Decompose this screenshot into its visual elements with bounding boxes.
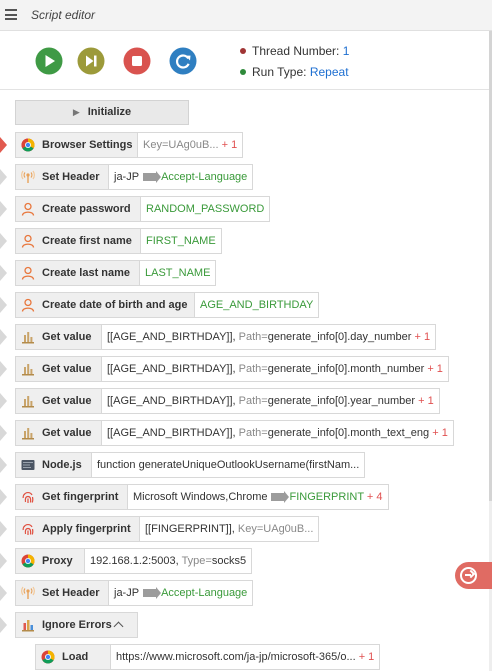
get-value-module[interactable]: Get value xyxy=(15,356,102,382)
script-step: Get value [[AGE_AND_BIRTHDAY]], Path=gen… xyxy=(0,420,475,446)
chevron-up-icon[interactable] xyxy=(113,621,124,632)
create-last-name-module[interactable]: Create last name xyxy=(15,260,140,286)
antenna-icon xyxy=(21,586,35,599)
get-fingerprint-module[interactable]: Get fingerprint xyxy=(15,484,128,510)
arrow-right-icon xyxy=(143,171,162,183)
set-header-module[interactable]: Set Header xyxy=(15,164,109,190)
script-step: Get value [[AGE_AND_BIRTHDAY]], Path=gen… xyxy=(0,356,470,382)
script-step: Create first name FIRST_NAME xyxy=(0,228,240,254)
browser-settings-params[interactable]: Key=UAg0uB... + 1 xyxy=(138,132,244,158)
arrow-right-icon xyxy=(271,491,290,503)
user-icon xyxy=(21,202,35,216)
get-value-params[interactable]: [[AGE_AND_BIRTHDAY]], Path=generate_info… xyxy=(102,356,449,382)
user-icon xyxy=(21,298,35,312)
create-first-name-params[interactable]: FIRST_NAME xyxy=(141,228,222,254)
create-first-name-module[interactable]: Create first name xyxy=(15,228,141,254)
nodejs-module[interactable]: Node.js xyxy=(15,452,92,478)
get-value-params[interactable]: [[AGE_AND_BIRTHDAY]], Path=generate_info… xyxy=(102,324,437,350)
nodejs-icon xyxy=(21,460,35,470)
get-value-params[interactable]: [[AGE_AND_BIRTHDAY]], Path=generate_info… xyxy=(102,420,454,446)
create-last-name-params[interactable]: LAST_NAME xyxy=(140,260,217,286)
initialize-button[interactable]: ▶ Initialize xyxy=(15,100,189,125)
stop-icon xyxy=(123,47,151,75)
active-step-marker xyxy=(0,137,7,153)
proxy-params[interactable]: 192.168.1.2:5003, Type=socks5 xyxy=(85,548,253,574)
script-step: Get value [[AGE_AND_BIRTHDAY]], Path=gen… xyxy=(0,324,460,350)
script-step: Browser Settings Key=UAg0uB... + 1 xyxy=(0,132,260,158)
antenna-icon xyxy=(21,170,35,183)
nodejs-params[interactable]: function generateUniqueOutlookUsername(f… xyxy=(92,452,366,478)
stats-icon xyxy=(22,428,34,440)
page-title: Script editor xyxy=(31,8,96,22)
script-step: Set Header ja-JP Accept-Language xyxy=(0,580,270,606)
ignore-errors-module[interactable]: Ignore Errors xyxy=(15,612,138,638)
step-forward-icon xyxy=(77,47,105,75)
get-fingerprint-params[interactable]: Microsoft Windows,Chrome FINGERPRINT + 4 xyxy=(128,484,389,510)
script-step: Load https://www.microsoft.com/ja-jp/mic… xyxy=(20,644,390,670)
fingerprint-icon xyxy=(22,491,34,503)
chrome-icon xyxy=(41,650,55,664)
set-header-module[interactable]: Set Header xyxy=(15,580,109,606)
create-birth-age-module[interactable]: Create date of birth and age xyxy=(15,292,195,318)
script-step: Set Header ja-JP Accept-Language xyxy=(0,164,260,190)
refresh-button[interactable] xyxy=(169,47,197,75)
stats-icon xyxy=(22,396,34,408)
script-step: Get fingerprint Microsoft Windows,Chrome… xyxy=(0,484,410,510)
step-button[interactable] xyxy=(77,47,105,75)
apply-fingerprint-params[interactable]: [[FINGERPRINT]], Key=UAg0uB... xyxy=(140,516,320,542)
get-value-params[interactable]: [[AGE_AND_BIRTHDAY]], Path=generate_info… xyxy=(102,388,440,414)
set-header-params[interactable]: ja-JP Accept-Language xyxy=(109,580,254,606)
run-type: Run Type: Repeat xyxy=(240,65,349,79)
fingerprint-icon xyxy=(22,523,34,535)
script-step: Create date of birth and age AGE_AND_BIR… xyxy=(0,292,330,318)
refresh-icon xyxy=(169,47,197,75)
script-step: Get value [[AGE_AND_BIRTHDAY]], Path=gen… xyxy=(0,388,460,414)
chrome-icon xyxy=(21,554,35,568)
login-arrow-icon xyxy=(460,567,477,584)
script-step: Apply fingerprint [[FINGERPRINT]], Key=U… xyxy=(0,516,340,542)
run-toolbar: Thread Number: 1 Run Type: Repeat xyxy=(0,31,492,90)
script-step: Proxy 192.168.1.2:5003, Type=socks5 xyxy=(0,548,300,574)
stats-icon xyxy=(22,332,34,344)
play-icon xyxy=(35,47,63,75)
chrome-icon xyxy=(21,138,35,152)
user-icon xyxy=(21,234,35,248)
script-step: Node.js function generateUniqueOutlookUs… xyxy=(0,452,390,478)
get-value-module[interactable]: Get value xyxy=(15,388,102,414)
create-password-params[interactable]: RANDOM_PASSWORD xyxy=(141,196,271,222)
proxy-module[interactable]: Proxy xyxy=(15,548,85,574)
thread-number: Thread Number: 1 xyxy=(240,44,349,58)
set-header-params[interactable]: ja-JP Accept-Language xyxy=(109,164,254,190)
arrow-right-icon xyxy=(143,587,162,599)
user-icon xyxy=(21,266,35,280)
create-password-module[interactable]: Create password xyxy=(15,196,141,222)
play-small-icon: ▶ xyxy=(72,107,80,117)
title-bar: Script editor xyxy=(0,0,492,31)
script-step: Create last name LAST_NAME xyxy=(0,260,240,286)
load-params[interactable]: https://www.microsoft.com/ja-jp/microsof… xyxy=(111,644,381,670)
apply-fingerprint-module[interactable]: Apply fingerprint xyxy=(15,516,140,542)
side-panel-toggle[interactable] xyxy=(455,562,492,589)
menu-icon[interactable] xyxy=(5,9,17,20)
get-value-module[interactable]: Get value xyxy=(15,420,102,446)
ignore-errors-icon xyxy=(22,620,34,632)
script-step: Create password RANDOM_PASSWORD xyxy=(0,196,280,222)
load-module[interactable]: Load xyxy=(35,644,111,670)
browser-settings-module[interactable]: Browser Settings xyxy=(15,132,138,158)
script-step: Ignore Errors xyxy=(0,612,150,638)
play-button[interactable] xyxy=(35,47,63,75)
get-value-module[interactable]: Get value xyxy=(15,324,102,350)
create-birth-age-params[interactable]: AGE_AND_BIRTHDAY xyxy=(195,292,320,318)
stop-button[interactable] xyxy=(123,47,151,75)
stats-icon xyxy=(22,364,34,376)
